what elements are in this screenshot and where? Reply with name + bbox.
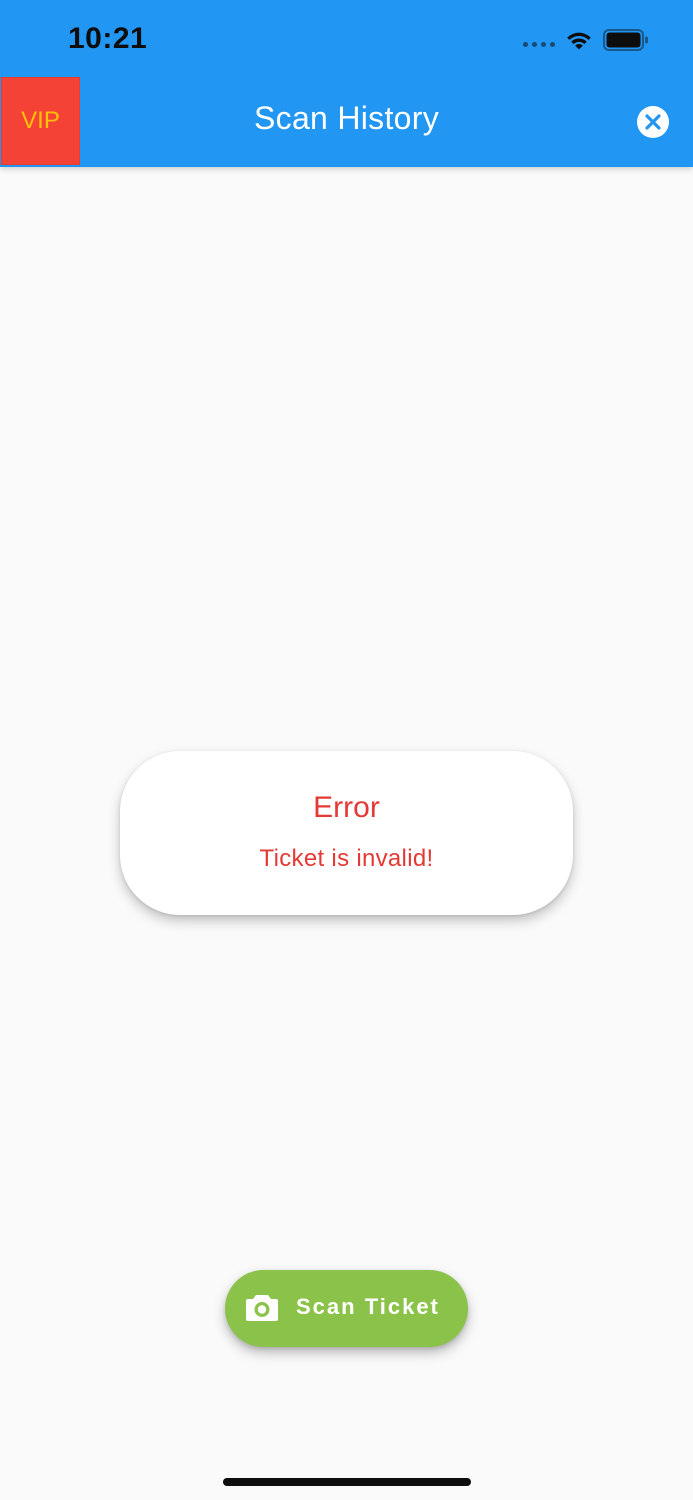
error-dialog: Error Ticket is invalid!	[120, 751, 573, 915]
error-dialog-title: Error	[313, 791, 380, 824]
close-icon	[645, 114, 661, 130]
cellular-signal-icon	[523, 41, 555, 47]
camera-icon	[246, 1295, 278, 1321]
status-bar-icons	[523, 26, 649, 54]
scan-ticket-label: Scan Ticket	[296, 1294, 440, 1319]
scan-ticket-button[interactable]: Scan Ticket	[225, 1270, 468, 1347]
home-indicator	[223, 1478, 471, 1486]
wifi-icon	[567, 32, 591, 50]
page-title: Scan History	[254, 100, 439, 136]
app-bar: 10:21 VIP Scan History	[0, 0, 693, 167]
battery-icon	[603, 29, 648, 51]
status-bar-time: 10:21	[68, 22, 148, 55]
error-dialog-message: Ticket is invalid!	[259, 845, 434, 872]
close-button[interactable]	[637, 106, 669, 138]
